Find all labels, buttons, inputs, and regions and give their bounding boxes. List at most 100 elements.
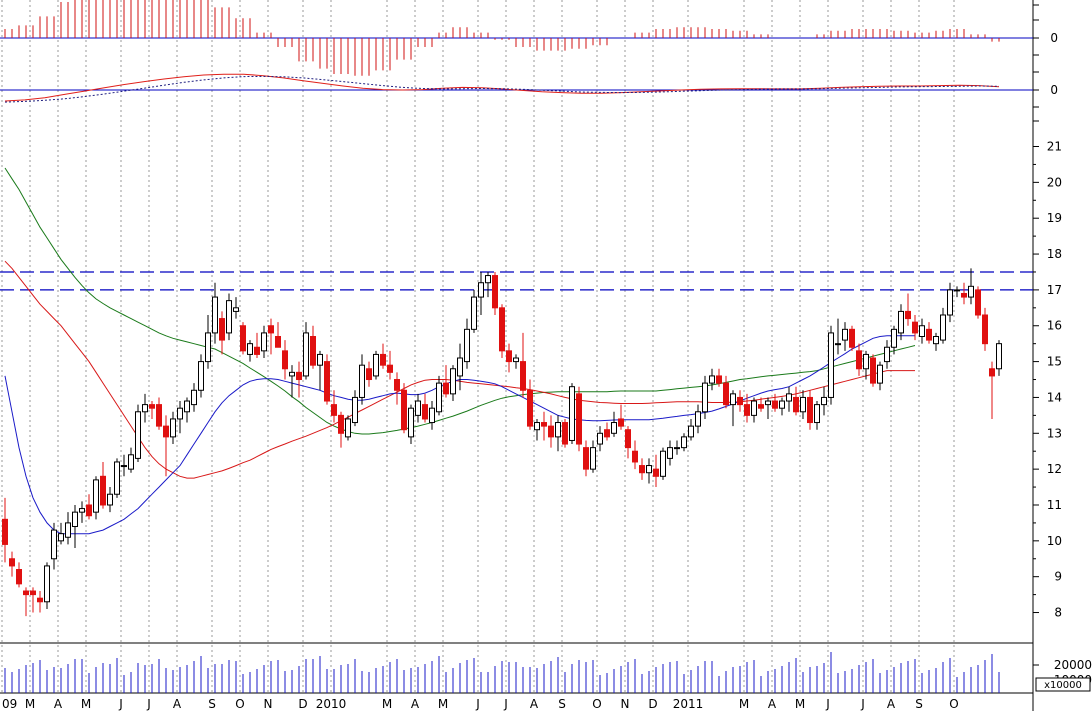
candle-body: [282, 350, 288, 370]
candle: [9, 551, 15, 577]
candle: [947, 282, 953, 323]
candle: [653, 454, 659, 488]
candle-body: [2, 518, 8, 545]
candle: [506, 343, 512, 373]
price-tick-label: 18: [1047, 247, 1062, 261]
candle-body: [849, 328, 855, 348]
candle: [366, 361, 372, 387]
candle-body: [702, 382, 708, 413]
candle: [240, 322, 246, 355]
candle: [72, 504, 78, 549]
candle: [317, 350, 323, 391]
candle: [751, 397, 757, 423]
candle-body: [16, 569, 22, 585]
candle: [51, 522, 57, 570]
volume-tick-label: 20000: [1054, 658, 1092, 672]
macd-line-1: [4, 73, 1000, 102]
candle: [562, 418, 568, 448]
candle-body: [870, 357, 876, 384]
candle: [800, 390, 806, 419]
candle-body: [730, 393, 736, 406]
candle: [786, 386, 792, 412]
month-label: M: [25, 697, 35, 711]
candle: [968, 268, 974, 305]
candle: [156, 397, 162, 430]
candle-body: [583, 447, 589, 470]
candle-body: [485, 275, 491, 284]
candle: [149, 401, 155, 419]
candle-body: [562, 422, 568, 445]
candle: [86, 494, 92, 520]
candle: [660, 447, 666, 480]
candle-body: [401, 389, 407, 431]
candle: [23, 587, 29, 617]
month-label: M: [795, 697, 805, 711]
candle-body: [695, 411, 701, 427]
candle-body: [443, 382, 449, 395]
candle: [912, 314, 918, 341]
candle: [611, 411, 617, 437]
month-label: J: [118, 697, 123, 711]
candle-body: [163, 425, 169, 438]
price-tick-label: 9: [1054, 570, 1062, 584]
candle: [793, 386, 799, 416]
candle: [590, 440, 596, 473]
volume-unit-label: x10000: [1044, 680, 1082, 691]
candle: [443, 365, 449, 398]
candle-body: [975, 289, 981, 316]
candle: [779, 397, 785, 416]
candle: [394, 372, 400, 405]
candle-body: [716, 375, 722, 384]
month-label: S: [558, 697, 566, 711]
price-y-axis: 8 9 10 11 12 13 14 15 16 17 18 19 20 21: [1033, 140, 1062, 620]
candle: [835, 318, 841, 355]
month-label: A: [54, 697, 63, 711]
month-label: A: [530, 697, 539, 711]
candle: [436, 375, 442, 416]
candle: [485, 271, 491, 298]
candle-body: [471, 296, 477, 330]
candle: [765, 397, 771, 419]
price-tick-label: 13: [1047, 426, 1062, 440]
candle-body: [877, 364, 883, 384]
candle-body: [828, 332, 834, 398]
candle: [58, 522, 64, 545]
candle-body: [611, 422, 617, 434]
candle: [534, 418, 540, 441]
candle: [226, 293, 232, 341]
month-label: O: [949, 697, 958, 711]
candle-body: [226, 300, 232, 334]
candle: [905, 293, 911, 326]
month-label: J: [503, 697, 508, 711]
candle-body: [751, 400, 757, 416]
price-tick-label: 21: [1047, 140, 1062, 154]
candle-body: [681, 436, 687, 449]
candle-body: [450, 368, 456, 395]
candle: [373, 350, 379, 380]
candle-body: [520, 361, 526, 391]
candle-body: [177, 407, 183, 420]
candle-body: [863, 353, 869, 370]
candle-body: [121, 465, 127, 468]
candle: [268, 318, 274, 355]
candle-body: [380, 353, 386, 366]
candle-body: [247, 343, 253, 355]
candle-body: [93, 479, 99, 513]
candle: [688, 418, 694, 441]
candle: [100, 461, 106, 509]
candle-body: [856, 350, 862, 370]
candle: [961, 282, 967, 305]
candle-body: [296, 371, 302, 381]
candle-body: [912, 321, 918, 334]
candle: [646, 458, 652, 484]
price-tick-label: 19: [1047, 211, 1062, 225]
candle: [107, 487, 113, 513]
candle-body: [940, 314, 946, 341]
candle: [513, 354, 519, 369]
candle-body: [303, 332, 309, 377]
candles: [2, 268, 1002, 617]
month-label: 09: [2, 697, 17, 711]
candle-body: [772, 400, 778, 409]
candle: [345, 415, 351, 441]
candle: [233, 297, 239, 319]
